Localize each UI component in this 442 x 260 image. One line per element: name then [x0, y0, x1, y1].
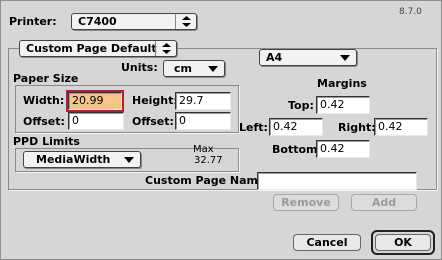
margins-title: Margins [317, 77, 367, 90]
chevron-down-icon [340, 55, 350, 61]
printer-select[interactable]: C7400 [71, 13, 197, 30]
margin-top-input[interactable]: 0.42 [316, 96, 370, 114]
units-value: cm [174, 62, 192, 75]
custom-page-setup-dialog: Printer: C7400 8.7.0 Custom Page Default… [0, 0, 442, 260]
paper-size-value: A4 [266, 51, 283, 64]
units-select[interactable]: cm [163, 60, 225, 77]
custom-page-name-label: Custom Page Name [145, 174, 266, 187]
page-preset-select[interactable]: Custom Page Default [19, 40, 177, 57]
version-text: 8.7.0 [399, 7, 422, 17]
ppd-limit-select[interactable]: MediaWidth [23, 151, 141, 168]
margin-top-label: Top: [288, 99, 314, 112]
offset-label: Offset: [23, 115, 65, 128]
offset-left-input[interactable]: 0 [68, 112, 124, 130]
margin-right-label: Right: [338, 121, 376, 134]
margin-left-label: Left: [239, 121, 268, 134]
ok-button[interactable]: OK [375, 234, 431, 251]
remove-button[interactable]: Remove [273, 194, 339, 211]
height-input[interactable]: 29.7 [175, 92, 231, 110]
updown-arrows-icon [175, 14, 196, 29]
max-label: Max [193, 144, 214, 155]
chevron-down-icon [208, 66, 218, 72]
custom-page-name-input[interactable] [257, 172, 417, 190]
paper-size-title: Paper Size [13, 72, 79, 85]
margin-right-input[interactable]: 0.42 [374, 118, 428, 136]
ppd-limit-value: MediaWidth [36, 153, 111, 166]
max-value: 32.77 [194, 155, 223, 166]
margin-bottom-label: Bottom: [272, 143, 322, 156]
offset-top-input[interactable]: 0 [175, 112, 231, 130]
updown-arrows-icon [155, 41, 176, 56]
printer-label: Printer: [9, 15, 57, 28]
margin-left-input[interactable]: 0.42 [269, 118, 323, 136]
margin-bottom-input[interactable]: 0.42 [316, 140, 370, 158]
paper-size-select[interactable]: A4 [259, 49, 357, 66]
width-label: Width: [23, 94, 65, 107]
cancel-button[interactable]: Cancel [293, 234, 361, 251]
offset-label: Offset: [132, 115, 174, 128]
printer-select-value: C7400 [78, 15, 117, 28]
units-label: Units: [121, 61, 158, 74]
add-button[interactable]: Add [351, 194, 417, 211]
page-preset-value: Custom Page Default [26, 42, 157, 55]
width-input[interactable]: 20.99 [66, 90, 124, 112]
ppd-limits-title: PPD Limits [13, 135, 80, 148]
height-label: Height: [132, 94, 178, 107]
chevron-down-icon [124, 157, 134, 163]
